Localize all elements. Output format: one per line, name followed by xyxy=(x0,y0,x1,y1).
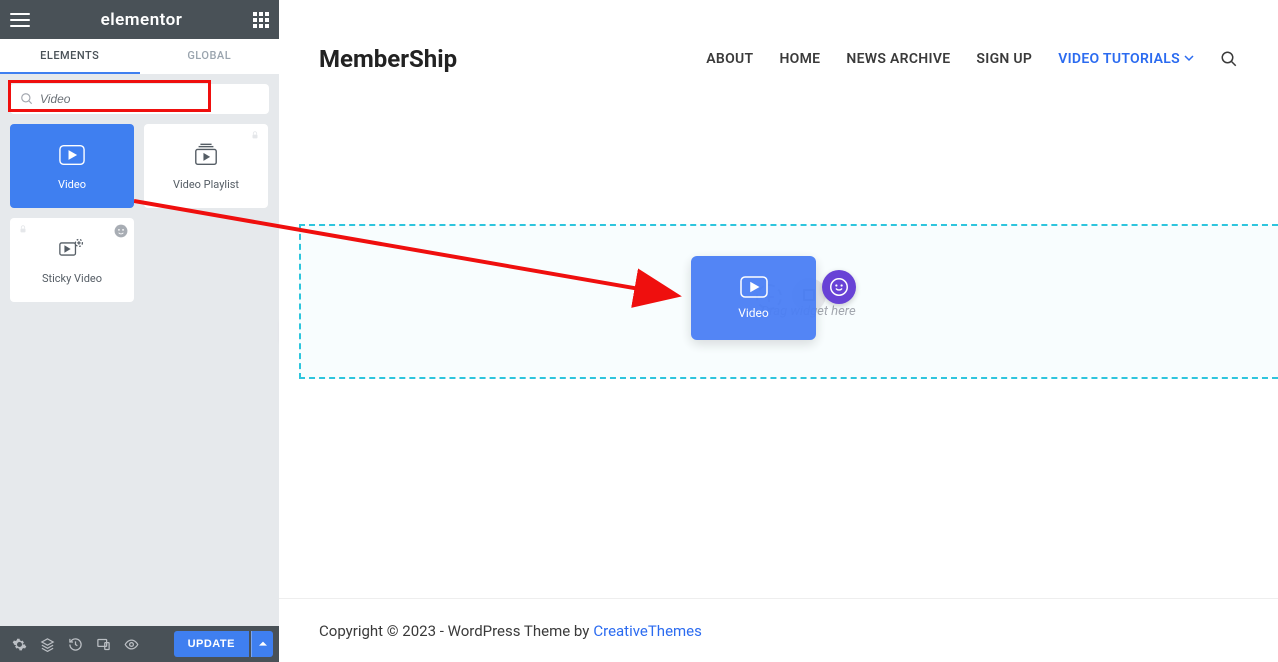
widget-label: Video xyxy=(58,178,86,191)
nav-home[interactable]: HOME xyxy=(779,51,820,67)
footer-link[interactable]: CreativeThemes xyxy=(593,622,702,640)
canvas-area: MemberShip ABOUT HOME NEWS ARCHIVE SIGN … xyxy=(279,0,1278,662)
update-dropdown[interactable] xyxy=(251,631,273,657)
video-icon xyxy=(59,142,85,168)
elementor-sidebar: elementor ELEMENTS GLOBAL Video Video Pl… xyxy=(0,0,279,662)
primary-nav: ABOUT HOME NEWS ARCHIVE SIGN UP VIDEO TU… xyxy=(706,50,1238,68)
site-title[interactable]: MemberShip xyxy=(319,45,457,73)
navigator-button[interactable] xyxy=(34,631,60,657)
badge-icon xyxy=(114,224,128,238)
video-icon xyxy=(740,276,768,298)
widget-label: Video Playlist xyxy=(173,178,239,191)
nav-about[interactable]: ABOUT xyxy=(706,51,753,67)
ghost-label: Video xyxy=(738,306,769,320)
workspace[interactable]: Drag widget here Video xyxy=(279,118,1278,598)
sidebar-tabs: ELEMENTS GLOBAL xyxy=(0,39,279,74)
widget-video[interactable]: Video xyxy=(10,124,134,208)
site-search-button[interactable] xyxy=(1220,50,1238,68)
lock-icon xyxy=(18,224,28,234)
site-footer: Copyright © 2023 - WordPress Theme by Cr… xyxy=(279,598,1278,662)
chevron-down-icon xyxy=(1184,53,1194,63)
brand-logo: elementor xyxy=(101,10,183,30)
sidebar-header: elementor xyxy=(0,0,279,39)
search-icon xyxy=(20,92,34,106)
lock-icon xyxy=(250,130,260,140)
widget-sticky-video[interactable]: Sticky Video xyxy=(10,218,134,302)
sticky-video-icon xyxy=(59,236,85,262)
widget-video-playlist[interactable]: Video Playlist xyxy=(144,124,268,208)
drag-ghost-video[interactable]: Video xyxy=(691,256,816,340)
video-playlist-icon xyxy=(193,142,219,168)
history-button[interactable] xyxy=(62,631,88,657)
update-button[interactable]: UPDATE xyxy=(174,631,249,657)
search-input[interactable] xyxy=(10,84,269,114)
sidebar-footer: UPDATE xyxy=(0,626,279,662)
nav-sign-up[interactable]: SIGN UP xyxy=(976,51,1032,67)
tab-elements[interactable]: ELEMENTS xyxy=(0,39,140,74)
nav-news-archive[interactable]: NEWS ARCHIVE xyxy=(846,51,950,67)
responsive-button[interactable] xyxy=(90,631,116,657)
grid-icon[interactable] xyxy=(253,12,269,28)
widgets-grid: Video Video Playlist Sticky Video xyxy=(0,124,279,302)
widget-label: Sticky Video xyxy=(42,272,102,285)
nav-video-tutorials[interactable]: VIDEO TUTORIALS xyxy=(1058,51,1194,67)
assistant-bubble[interactable] xyxy=(822,270,856,304)
site-header: MemberShip ABOUT HOME NEWS ARCHIVE SIGN … xyxy=(279,0,1278,118)
tab-global[interactable]: GLOBAL xyxy=(140,39,280,74)
preview-button[interactable] xyxy=(118,631,144,657)
hamburger-icon[interactable] xyxy=(10,13,30,27)
search-wrap xyxy=(0,74,279,124)
footer-text: Copyright © 2023 - WordPress Theme by xyxy=(319,622,589,640)
settings-button[interactable] xyxy=(6,631,32,657)
